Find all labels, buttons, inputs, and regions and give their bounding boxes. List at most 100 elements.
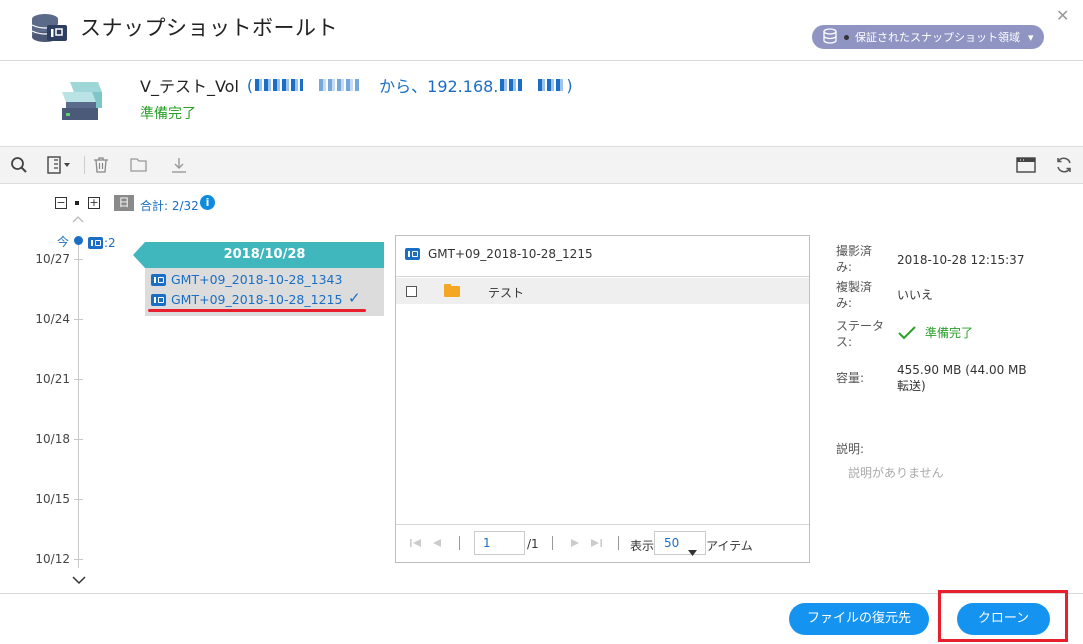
- window-title: スナップショットボールト: [80, 16, 338, 40]
- replicated-label: 複製済み:: [836, 280, 873, 310]
- last-page-icon[interactable]: [590, 538, 602, 551]
- search-icon: [11, 157, 27, 173]
- timeline-snapshot-count[interactable]: :2: [88, 236, 116, 250]
- description-label: 説明:: [836, 442, 865, 456]
- snapshot-name: GMT+09_2018-10-28_1215: [171, 292, 343, 307]
- timeline-date: 10/24: [35, 312, 70, 326]
- download-icon: [172, 158, 186, 173]
- status-text: 準備完了: [925, 326, 974, 340]
- file-panel-header: GMT+09_2018-10-28_1215: [405, 247, 593, 261]
- database-icon: [822, 27, 838, 47]
- timeline-tick: [74, 259, 83, 260]
- zoom-out-button[interactable]: −: [55, 197, 67, 209]
- divider: [396, 276, 809, 277]
- volume-name: V_テスト_Vol: [140, 77, 239, 96]
- info-icon[interactable]: i: [200, 195, 215, 210]
- download-button[interactable]: [168, 154, 190, 176]
- clone-highlight-box: [938, 590, 1068, 642]
- volume-icon: [58, 78, 106, 124]
- zoom-level-marker: [75, 201, 79, 205]
- items-per-page-label: 表示: [630, 539, 655, 553]
- snapshot-item[interactable]: GMT+09_2018-10-28_1343: [151, 272, 342, 287]
- snapshot-vault-app-icon: [30, 12, 68, 46]
- size-value: 455.90 MB (44.00 MB 転送): [897, 363, 1027, 393]
- prev-page-icon[interactable]: [432, 538, 442, 551]
- timeline-date: 10/18: [35, 432, 70, 446]
- window-icon: [1016, 157, 1036, 173]
- footer-divider: [0, 593, 1083, 594]
- redacted-host: [319, 79, 360, 91]
- zoom-in-button[interactable]: +: [88, 197, 100, 209]
- timeline-scroll-down-icon[interactable]: [72, 574, 86, 588]
- pager-divider: [552, 536, 553, 550]
- snapshot-item-selected[interactable]: GMT+09_2018-10-28_1215: [151, 292, 342, 307]
- status-dot: [844, 34, 849, 40]
- timeline-date: 10/12: [35, 552, 70, 566]
- refresh-button[interactable]: [1053, 154, 1075, 176]
- highlight-underline: [148, 309, 366, 312]
- chevron-down-icon: [688, 541, 697, 563]
- layout-toggle-button[interactable]: [1014, 154, 1038, 176]
- redacted-host: [255, 79, 304, 91]
- folder-open-icon: [130, 158, 147, 172]
- volume-title: V_テスト_Vol ( から、192.168. ): [140, 73, 573, 97]
- timeline-tick: [74, 319, 83, 320]
- next-page-icon[interactable]: [570, 538, 580, 551]
- guaranteed-snapshot-space-dropdown[interactable]: 保証されたスナップショット領域 ▾: [812, 25, 1044, 49]
- snapshot-icon: [405, 248, 420, 260]
- timeline-date: 10/15: [35, 492, 70, 506]
- timeline-now-marker: [74, 236, 83, 245]
- taken-label: 撮影済み:: [836, 244, 873, 274]
- snapshot-icon: [151, 293, 166, 306]
- view-mode-button[interactable]: [46, 154, 74, 176]
- file-panel-title: GMT+09_2018-10-28_1215: [428, 247, 593, 261]
- page-count: /1: [527, 537, 539, 551]
- delete-button[interactable]: [90, 154, 112, 176]
- items-label: アイテム: [706, 539, 753, 553]
- snapshot-total: 合計: 2/32: [140, 199, 199, 213]
- close-paren: ): [566, 75, 573, 95]
- list-view-icon: [47, 156, 70, 174]
- chevron-down-icon: ▾: [1028, 30, 1034, 44]
- replicated-value: いいえ: [897, 288, 934, 302]
- divider: [0, 60, 1083, 61]
- items-per-page-value: 50: [664, 536, 680, 550]
- timeline-axis: [78, 240, 79, 568]
- search-button[interactable]: [8, 154, 30, 176]
- open-folder-button[interactable]: [128, 154, 150, 176]
- timeline-tick: [74, 559, 83, 560]
- row-checkbox[interactable]: [406, 286, 417, 297]
- snapshot-group-date: 2018/10/28: [145, 242, 384, 268]
- close-icon[interactable]: ✕: [1056, 6, 1069, 25]
- badge-label: 保証されたスナップショット領域: [855, 31, 1020, 44]
- timeline-date: 10/21: [35, 372, 70, 386]
- restore-files-to-button[interactable]: ファイルの復元先: [789, 603, 929, 635]
- size-label: 容量:: [836, 371, 865, 385]
- timeline-scroll-up-icon[interactable]: [72, 212, 84, 226]
- toolbar-divider: [84, 156, 85, 174]
- snapshot-name: GMT+09_2018-10-28_1343: [171, 272, 343, 287]
- day-scale-button[interactable]: 日: [114, 195, 134, 211]
- snapshot-icon: [88, 237, 103, 249]
- group-pointer: [133, 242, 145, 268]
- file-name[interactable]: テスト: [488, 284, 524, 301]
- folder-icon: [444, 284, 460, 297]
- timeline-now-label: 今: [57, 235, 70, 249]
- pager-divider: [459, 536, 460, 550]
- timeline-tick: [74, 439, 83, 440]
- page-number-input[interactable]: 1: [474, 531, 525, 555]
- checkmark-icon: ✓: [348, 289, 361, 307]
- taken-value: 2018-10-28 12:15:37: [897, 253, 1025, 267]
- status-label: ステータス:: [836, 319, 885, 349]
- volume-source: から、192.168.: [379, 77, 499, 96]
- redacted-ip: [538, 79, 565, 91]
- timeline-date: 10/27: [35, 252, 70, 266]
- refresh-icon: [1057, 157, 1071, 173]
- description-value: 説明がありません: [848, 466, 944, 480]
- items-per-page-select[interactable]: 50: [654, 531, 706, 556]
- snapshot-icon: [151, 273, 166, 286]
- volume-status: 準備完了: [140, 106, 196, 122]
- first-page-icon[interactable]: [410, 538, 422, 551]
- toolbar: [0, 146, 1083, 184]
- open-paren: (: [246, 75, 254, 95]
